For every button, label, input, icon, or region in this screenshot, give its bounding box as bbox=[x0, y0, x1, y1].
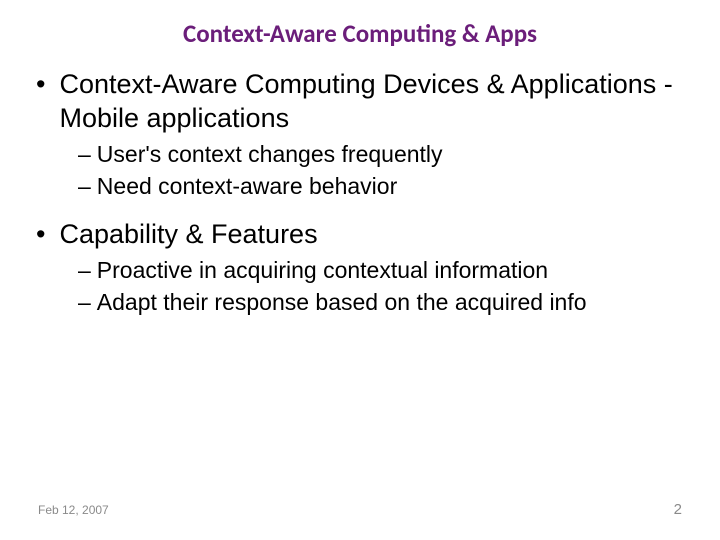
bullet-level2: – Proactive in acquiring contextual info… bbox=[78, 255, 690, 285]
bullet-text: Proactive in acquiring contextual inform… bbox=[97, 255, 548, 285]
slide-title: Context-Aware Computing & Apps bbox=[30, 18, 690, 49]
footer-date: Feb 12, 2007 bbox=[38, 503, 109, 517]
bullet-dash-icon: – bbox=[78, 255, 91, 285]
bullet-dash-icon: – bbox=[78, 287, 91, 317]
bullet-dot-icon: • bbox=[36, 67, 45, 101]
bullet-level2: – Need context-aware behavior bbox=[78, 171, 690, 201]
bullet-dash-icon: – bbox=[78, 171, 91, 201]
bullet-level2: – User's context changes frequently bbox=[78, 139, 690, 169]
bullet-level1: • Capability & Features bbox=[30, 217, 690, 251]
bullet-text: Need context-aware behavior bbox=[97, 171, 397, 201]
footer-page-number: 2 bbox=[674, 501, 682, 518]
bullet-dot-icon: • bbox=[36, 217, 45, 251]
bullet-text: Capability & Features bbox=[59, 217, 317, 251]
slide-footer: Feb 12, 2007 2 bbox=[38, 501, 682, 518]
bullet-text: User's context changes frequently bbox=[97, 139, 443, 169]
bullet-text: Adapt their response based on the acquir… bbox=[97, 287, 587, 317]
bullet-text: Context-Aware Computing Devices & Applic… bbox=[59, 67, 690, 135]
bullet-level1: • Context-Aware Computing Devices & Appl… bbox=[30, 67, 690, 135]
bullet-level2: – Adapt their response based on the acqu… bbox=[78, 287, 690, 317]
bullet-dash-icon: – bbox=[78, 139, 91, 169]
